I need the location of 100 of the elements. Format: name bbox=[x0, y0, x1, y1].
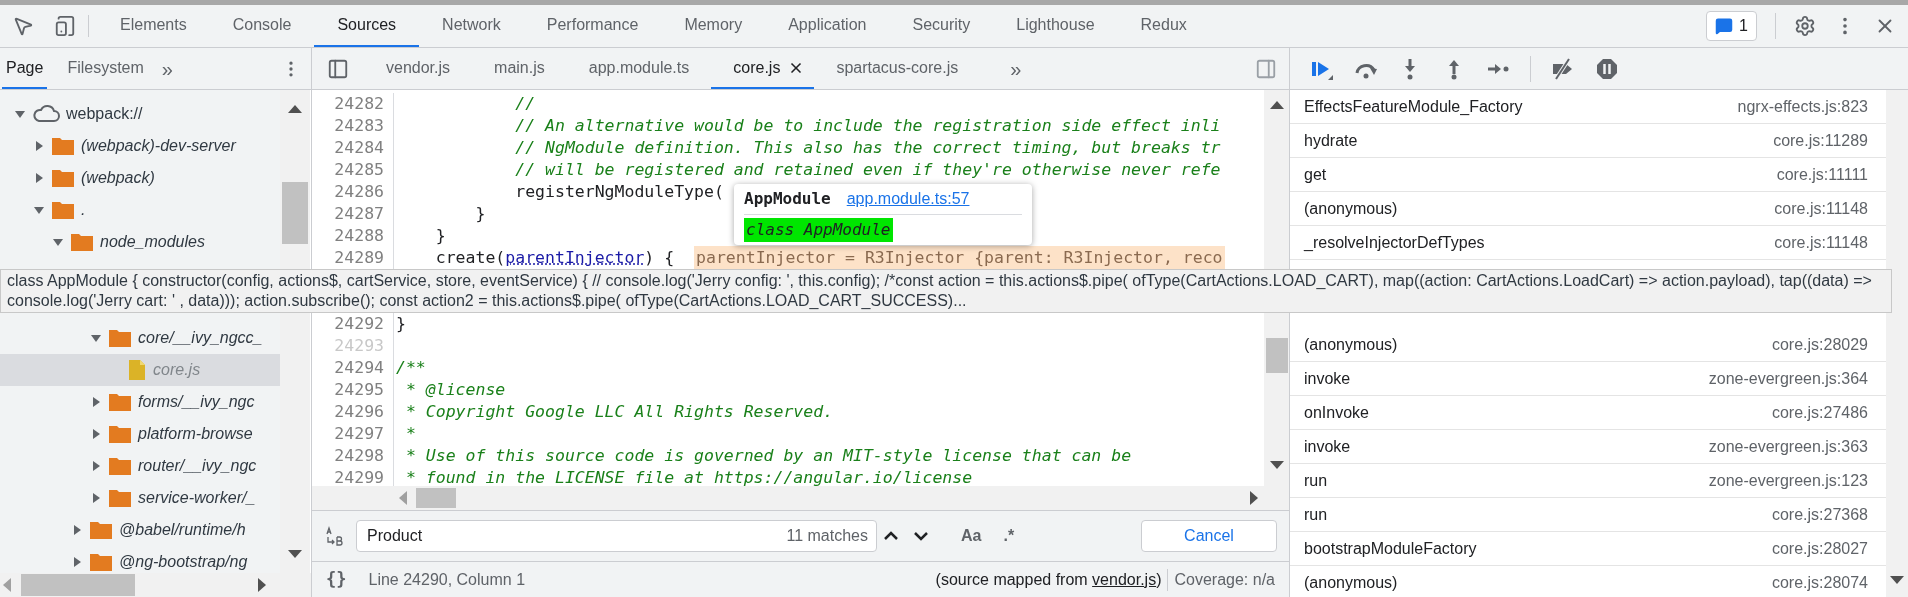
tooltip: class AppModule { constructor(config, actions$, cartService, store, eventService) { // console.log('Jerry config: ', this.config); /*const action = this.actions$.pipe( ofType(CartActions.LOAD_CART), map((action: CartActions.LoadCart) => action.payload), tap((data) => console.log('Jerry cart: ' , data))); action.subscribe(); const action2 = this.actions$.pipe( ofType(CartActions.LOAD_CART_SUCCESS)... bbox=[0, 269, 1892, 313]
scrollbar-thumb[interactable] bbox=[1265, 338, 1288, 373]
regex-button[interactable]: .* bbox=[1003, 524, 1015, 548]
scroll-up-icon[interactable] bbox=[288, 104, 302, 114]
panel-tab[interactable]: Memory bbox=[661, 5, 766, 47]
call-frame[interactable]: hydrate core.js:11289 bbox=[1290, 124, 1886, 158]
cancel-button[interactable]: Cancel bbox=[1141, 520, 1277, 552]
source-link[interactable]: app.module.ts:57 bbox=[846, 187, 970, 211]
tree-item[interactable]: service-worker/_ bbox=[0, 482, 280, 514]
scroll-down-icon[interactable] bbox=[1269, 460, 1284, 470]
call-frame[interactable]: _resolveInjectorDefTypes core.js:11148 bbox=[1290, 226, 1886, 260]
file-icon bbox=[127, 359, 147, 381]
code-text: registerNgModuleType( bbox=[514, 180, 724, 203]
tree-item[interactable]: (webpack) bbox=[0, 162, 280, 194]
scroll-up-icon[interactable] bbox=[1269, 100, 1284, 110]
tree-item[interactable]: (webpack)-dev-server bbox=[0, 130, 280, 162]
tree-item[interactable]: @ng-bootstrap/ng bbox=[0, 546, 280, 573]
file-tab[interactable]: spartacus-core.js bbox=[814, 48, 981, 89]
settings-icon[interactable] bbox=[1794, 15, 1816, 37]
file-tab[interactable]: core.js bbox=[711, 48, 815, 89]
code-comment: * Use of this source code is governed by an MIT-style license that can be bbox=[404, 444, 1132, 467]
panel-tab[interactable]: Redux bbox=[1117, 5, 1210, 47]
folder-icon bbox=[51, 168, 75, 188]
more-tabs-button[interactable]: » bbox=[161, 48, 173, 89]
scroll-down-icon[interactable] bbox=[288, 549, 302, 559]
replace-icon[interactable] bbox=[324, 525, 346, 547]
collapsed-arrow-icon[interactable] bbox=[33, 172, 45, 184]
file-tab[interactable]: main.js bbox=[472, 48, 567, 89]
code-comment: // bbox=[514, 92, 536, 115]
code-text: create( bbox=[434, 246, 506, 269]
tree-item[interactable]: forms/__ivy_ngc bbox=[0, 386, 280, 418]
tree-item[interactable]: core/__ivy_ngcc_ bbox=[0, 322, 280, 354]
code-comment: * bbox=[404, 422, 416, 445]
pretty-print-button[interactable]: {} bbox=[326, 566, 347, 593]
coverage-label: Coverage: n/a bbox=[1174, 569, 1275, 590]
collapsed-arrow-icon[interactable] bbox=[90, 492, 102, 504]
tree-item[interactable]: node_modules bbox=[0, 226, 280, 258]
tree-item[interactable]: @babel/runtime/h bbox=[0, 514, 280, 546]
panel-tab[interactable]: Elements bbox=[97, 5, 210, 47]
code-comment: // An alternative would be to include the registration side effect inli bbox=[514, 114, 1221, 137]
vertical-scrollbar[interactable] bbox=[1886, 90, 1908, 597]
collapsed-arrow-icon[interactable] bbox=[90, 460, 102, 472]
folder-icon bbox=[108, 488, 132, 508]
value-hint: parentInjector = R3Injector {parent: R3Injector, reco bbox=[694, 245, 1225, 271]
expanded-arrow-icon[interactable] bbox=[90, 332, 102, 344]
panel-tab[interactable]: Security bbox=[889, 5, 994, 47]
cloud-icon bbox=[32, 105, 60, 123]
call-frame[interactable]: (anonymous) core.js:11148 bbox=[1290, 192, 1886, 226]
collapsed-arrow-icon[interactable] bbox=[71, 524, 83, 536]
device-icon[interactable] bbox=[54, 15, 76, 37]
issues-button[interactable]: 1 bbox=[1706, 11, 1757, 41]
panel-tab[interactable]: Console bbox=[209, 5, 315, 47]
inspect-icon[interactable] bbox=[12, 15, 34, 37]
call-frame[interactable]: invoke zone-evergreen.js:363 bbox=[1290, 430, 1886, 464]
call-frame[interactable]: invoke zone-evergreen.js:364 bbox=[1290, 362, 1886, 396]
folder-icon bbox=[51, 136, 75, 156]
line-number[interactable]: 24292 bbox=[312, 311, 386, 337]
call-frame[interactable]: get core.js:11111 bbox=[1290, 158, 1886, 192]
panel-tab[interactable]: Performance bbox=[523, 5, 662, 47]
collapsed-arrow-icon[interactable] bbox=[33, 140, 45, 152]
navigator-tab[interactable]: Filesystem bbox=[63, 48, 148, 89]
more-tabs-button[interactable]: » bbox=[1010, 48, 1022, 89]
collapsed-arrow-icon[interactable] bbox=[90, 396, 102, 408]
tree-item[interactable]: router/__ivy_ngc bbox=[0, 450, 280, 482]
call-frame[interactable]: (anonymous) core.js:28029 bbox=[1290, 328, 1886, 362]
source-map-note: (source mapped from vendor.js) bbox=[935, 569, 1162, 590]
scroll-down-icon[interactable] bbox=[1890, 575, 1904, 585]
search-field[interactable]: Product 11 matches bbox=[356, 520, 877, 552]
scrollbar-thumb[interactable] bbox=[282, 182, 308, 244]
expanded-arrow-icon[interactable] bbox=[33, 204, 45, 216]
expanded-arrow-icon[interactable] bbox=[14, 108, 26, 120]
file-tab[interactable]: vendor.js bbox=[364, 48, 473, 89]
source-link[interactable]: vendor.js bbox=[1092, 570, 1157, 588]
scroll-right-icon[interactable] bbox=[1249, 491, 1259, 505]
call-frame[interactable]: bootstrapModuleFactory core.js:28027 bbox=[1290, 532, 1886, 566]
scrollbar-thumb[interactable] bbox=[416, 488, 456, 508]
sidebar-toggle-icon[interactable] bbox=[1255, 57, 1277, 80]
tree-item[interactable]: . bbox=[0, 194, 280, 226]
call-frame[interactable]: EffectsFeatureModule_Factory ngrx-effects.js:823 bbox=[1290, 90, 1886, 124]
expanded-arrow-icon[interactable] bbox=[52, 236, 64, 248]
sidebar-toggle-icon[interactable] bbox=[327, 57, 349, 80]
cursor-position: Line 24290, Column 1 bbox=[368, 569, 526, 590]
pause-icon[interactable] bbox=[1595, 56, 1619, 81]
code-text: ) { bbox=[644, 246, 676, 269]
panel-tab[interactable]: Application bbox=[765, 5, 890, 47]
panel-tab[interactable]: Lighthouse bbox=[993, 5, 1118, 47]
scrollbar-thumb[interactable] bbox=[21, 574, 135, 596]
horizontal-scrollbar[interactable] bbox=[312, 486, 1289, 510]
tree-item[interactable]: platform-browse bbox=[0, 418, 280, 450]
file-tab[interactable]: app.module.ts bbox=[566, 48, 712, 89]
code-comment: * Copyright Google LLC All Rights Reserved. bbox=[404, 400, 834, 423]
collapsed-arrow-icon[interactable] bbox=[90, 428, 102, 440]
call-frame[interactable]: run zone-evergreen.js:123 bbox=[1290, 464, 1886, 498]
match-case-button[interactable]: Aa bbox=[961, 524, 982, 548]
panel-tab[interactable]: Network bbox=[419, 5, 524, 47]
collapsed-arrow-icon[interactable] bbox=[71, 556, 83, 568]
tree-item[interactable]: webpack:// bbox=[0, 98, 280, 130]
scroll-right-icon[interactable] bbox=[257, 578, 267, 592]
call-frame[interactable]: onInvoke core.js:27486 bbox=[1290, 396, 1886, 430]
call-frame[interactable]: run core.js:27368 bbox=[1290, 498, 1886, 532]
